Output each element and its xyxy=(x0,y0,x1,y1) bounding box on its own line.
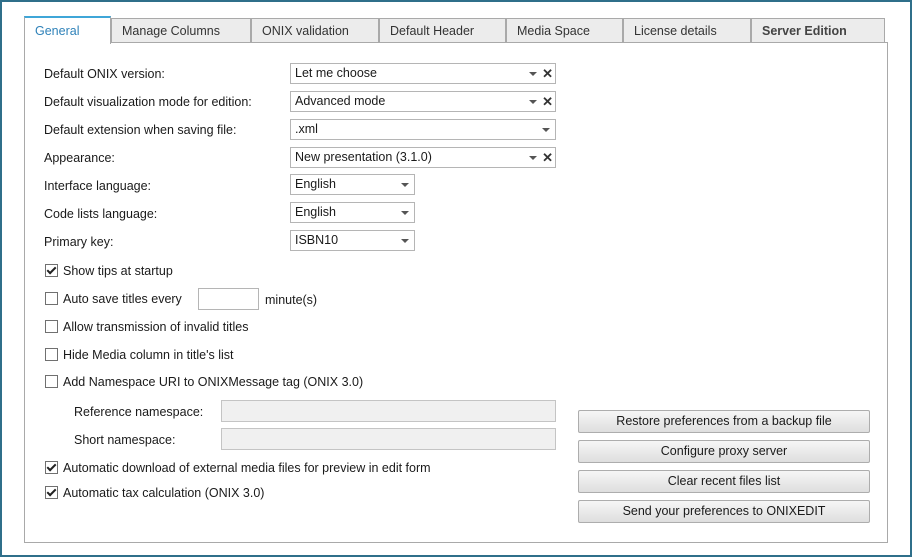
interface-language-label: Interface language: xyxy=(44,179,152,193)
configure-proxy-button[interactable]: Configure proxy server xyxy=(578,440,870,463)
checkbox-icon[interactable] xyxy=(45,292,58,305)
auto-tax-checkbox[interactable]: Automatic tax calculation (ONIX 3.0) xyxy=(45,485,264,501)
chevron-down-icon[interactable] xyxy=(401,211,409,215)
clear-recent-files-button[interactable]: Clear recent files list xyxy=(578,470,870,493)
visualization-mode-value: Advanced mode xyxy=(295,94,386,108)
interface-language-value: English xyxy=(295,177,336,191)
namespace-uri-checkbox[interactable]: Add Namespace URI to ONIXMessage tag (ON… xyxy=(45,374,363,390)
clear-icon[interactable]: ✕ xyxy=(542,148,553,167)
auto-save-minutes-input[interactable] xyxy=(198,288,259,310)
checkbox-icon[interactable] xyxy=(45,320,58,333)
restore-preferences-button[interactable]: Restore preferences from a backup file xyxy=(578,410,870,433)
clear-icon[interactable]: ✕ xyxy=(542,92,553,111)
code-lists-language-label: Code lists language: xyxy=(44,207,158,221)
chevron-down-icon[interactable] xyxy=(529,72,537,76)
invalid-titles-label: Allow transmission of invalid titles xyxy=(63,320,249,334)
send-preferences-button[interactable]: Send your preferences to ONIXEDIT xyxy=(578,500,870,523)
tab-onix-validation[interactable]: ONIX validation xyxy=(251,18,379,42)
chevron-down-icon[interactable] xyxy=(529,100,537,104)
chevron-down-icon[interactable] xyxy=(529,156,537,160)
invalid-titles-checkbox[interactable]: Allow transmission of invalid titles xyxy=(45,319,249,335)
auto-save-checkbox[interactable]: Auto save titles every xyxy=(45,291,182,307)
primary-key-label: Primary key: xyxy=(44,235,114,249)
auto-download-label: Automatic download of external media fil… xyxy=(63,461,431,475)
checkbox-icon[interactable] xyxy=(45,348,58,361)
tab-manage-columns[interactable]: Manage Columns xyxy=(111,18,251,42)
checkbox-checked-icon[interactable] xyxy=(45,461,58,474)
appearance-label: Appearance: xyxy=(44,151,115,165)
onix-version-label: Default ONIX version: xyxy=(44,67,165,81)
primary-key-value: ISBN10 xyxy=(295,233,339,247)
extension-label: Default extension when saving file: xyxy=(44,123,237,137)
extension-select[interactable]: .xml xyxy=(290,119,556,140)
appearance-value: New presentation (3.1.0) xyxy=(295,150,432,164)
onix-version-value: Let me choose xyxy=(295,66,377,80)
extension-value: .xml xyxy=(295,122,318,136)
onix-version-select[interactable]: Let me choose ✕ xyxy=(290,63,556,84)
hide-media-checkbox[interactable]: Hide Media column in title's list xyxy=(45,347,234,363)
interface-language-select[interactable]: English xyxy=(290,174,415,195)
checkbox-icon[interactable] xyxy=(45,375,58,388)
auto-save-label: Auto save titles every xyxy=(63,292,182,306)
chevron-down-icon[interactable] xyxy=(542,128,550,132)
chevron-down-icon[interactable] xyxy=(401,183,409,187)
tab-default-header[interactable]: Default Header xyxy=(379,18,506,42)
tab-server-edition[interactable]: Server Edition xyxy=(751,18,885,42)
tab-media-space[interactable]: Media Space xyxy=(506,18,623,42)
chevron-down-icon[interactable] xyxy=(401,239,409,243)
primary-key-select[interactable]: ISBN10 xyxy=(290,230,415,251)
tab-license-details[interactable]: License details xyxy=(623,18,751,42)
minutes-unit-label: minute(s) xyxy=(265,293,318,307)
namespace-uri-label: Add Namespace URI to ONIXMessage tag (ON… xyxy=(63,375,364,389)
reference-namespace-input[interactable] xyxy=(221,400,556,422)
auto-download-checkbox[interactable]: Automatic download of external media fil… xyxy=(45,460,431,476)
show-tips-checkbox[interactable]: Show tips at startup xyxy=(45,263,173,279)
short-namespace-label: Short namespace: xyxy=(74,433,176,447)
code-lists-language-value: English xyxy=(295,205,336,219)
checkbox-checked-icon[interactable] xyxy=(45,486,58,499)
visualization-mode-label: Default visualization mode for edition: xyxy=(44,95,252,109)
visualization-mode-select[interactable]: Advanced mode ✕ xyxy=(290,91,556,112)
appearance-select[interactable]: New presentation (3.1.0) ✕ xyxy=(290,147,556,168)
code-lists-language-select[interactable]: English xyxy=(290,202,415,223)
clear-icon[interactable]: ✕ xyxy=(542,64,553,83)
short-namespace-input[interactable] xyxy=(221,428,556,450)
show-tips-label: Show tips at startup xyxy=(63,264,173,278)
checkbox-checked-icon[interactable] xyxy=(45,264,58,277)
auto-tax-label: Automatic tax calculation (ONIX 3.0) xyxy=(63,486,265,500)
reference-namespace-label: Reference namespace: xyxy=(74,405,204,419)
hide-media-label: Hide Media column in title's list xyxy=(63,348,234,362)
tab-general[interactable]: General xyxy=(24,16,111,44)
